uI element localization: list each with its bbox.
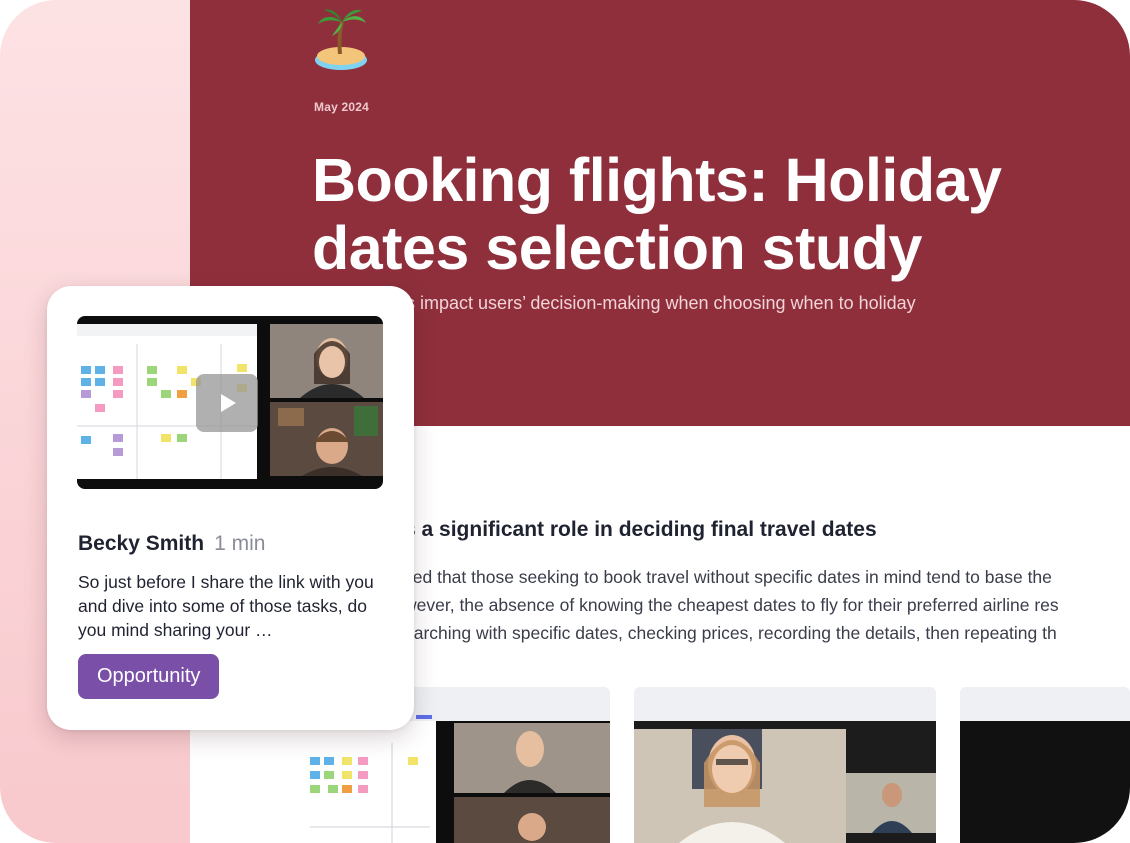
page-title: Booking flights: Holiday dates selection…	[312, 146, 1002, 282]
opportunity-tag[interactable]: Opportunity	[78, 654, 220, 699]
study-date: May 2024	[314, 100, 369, 114]
finding-line: wever, the absence of knowing the cheape…	[404, 595, 1059, 615]
clip-transcript: So just before I share the link with you…	[78, 572, 374, 640]
finding-body: ved that those seeking to book travel wi…	[404, 563, 1130, 647]
video-still	[634, 721, 936, 843]
clip-duration: 1 min	[214, 532, 266, 555]
finding-line: ved that those seeking to book travel wi…	[404, 567, 1052, 587]
clip-meta: Becky Smith 1 min	[78, 532, 265, 556]
clip-video-player[interactable]	[77, 316, 383, 489]
participant-name: Becky Smith	[78, 532, 205, 555]
desert-island-icon	[315, 9, 367, 70]
participant-camera	[270, 402, 383, 476]
page-frame: May 2024 Booking flights: Holiday dates …	[0, 0, 1130, 843]
video-thumbnail[interactable]	[960, 687, 1130, 843]
video-thumbnail[interactable]	[634, 687, 936, 843]
play-button[interactable]	[196, 374, 258, 432]
play-icon	[221, 394, 236, 412]
finding-line: earching with specific dates, checking p…	[404, 623, 1057, 643]
page-subtitle: What factors impact users’ decision-maki…	[314, 293, 916, 313]
finding-heading: s a significant role in deciding final t…	[404, 518, 877, 541]
highlight-clip-card[interactable]: Becky Smith 1 min So just before I share …	[47, 286, 414, 730]
video-still	[960, 721, 1130, 843]
participant-camera	[270, 324, 383, 398]
